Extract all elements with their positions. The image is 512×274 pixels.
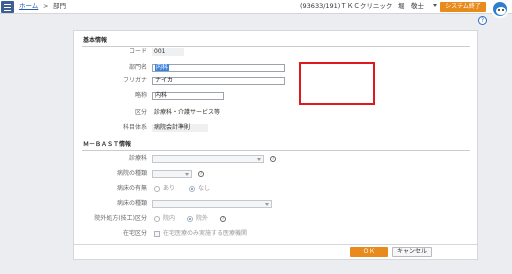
code-label: コード [128, 48, 147, 55]
in-hospital-radio[interactable] [154, 216, 160, 222]
dept-select-label: 診療科 [128, 155, 147, 162]
account-system-label: 科目体系 [122, 124, 147, 131]
ward-type-label: 病院の種類 [116, 170, 147, 177]
section-divider [82, 46, 470, 47]
short-name-input[interactable]: 内科 [152, 92, 224, 100]
dept-name-label: 部門名 [128, 64, 147, 71]
chevron-down-icon [185, 173, 189, 176]
home-care-label: 在宅区分 [122, 230, 147, 237]
out-hospital-radio[interactable] [187, 216, 193, 222]
bed-type-select[interactable] [152, 200, 272, 208]
breadcrumb-current: 部門 [53, 2, 66, 10]
dept-name-input[interactable]: 内科 [152, 64, 285, 72]
ward-type-select[interactable] [152, 170, 192, 178]
account-system-value: 病院会計準則 [152, 124, 208, 132]
highlight-box [299, 62, 375, 105]
bed-type-label: 病床の種類 [116, 200, 147, 207]
bed-no-label: なし [198, 185, 211, 192]
system-exit-button[interactable]: システム終了 [440, 2, 486, 12]
top-bar: ホーム > 部門 (93633/191)ＴＫＣクリニック 堀 敬士 システム終了 [0, 0, 512, 18]
help-icon[interactable]: ? [270, 156, 276, 162]
breadcrumb-home-link[interactable]: ホーム [19, 2, 38, 11]
chevron-down-icon [257, 158, 261, 161]
ok-button[interactable]: ＯＫ [350, 247, 388, 257]
short-name-label: 略称 [134, 92, 147, 99]
help-icon[interactable]: ? [478, 16, 487, 25]
bed-no-radio[interactable] [189, 186, 195, 192]
out-hospital-label: 院外 [196, 215, 209, 222]
home-care-checkbox[interactable] [154, 231, 160, 237]
breadcrumb-separator: > [43, 2, 49, 10]
in-hospital-label: 院内 [163, 215, 176, 222]
bed-yes-label: あり [163, 185, 176, 192]
bed-presence-label: 病床の有無 [116, 185, 147, 192]
furigana-label: フリガナ [122, 77, 147, 84]
hamburger-menu-icon[interactable] [1, 1, 14, 13]
category-label: 区分 [134, 109, 147, 116]
cancel-button[interactable]: キャンセル [392, 247, 432, 257]
footer-divider [74, 244, 477, 245]
category-value: 診療科・介護サービス等 [154, 109, 221, 116]
company-name: (93633/191)ＴＫＣクリニック [300, 2, 393, 10]
chevron-down-icon[interactable] [433, 4, 437, 7]
section-divider [82, 150, 470, 151]
help-icon[interactable]: ? [198, 171, 204, 177]
bed-yes-radio[interactable] [154, 186, 160, 192]
home-care-option-label: 在宅医療のみ実施する医療機関 [163, 230, 248, 237]
code-value: 001 [152, 48, 184, 56]
basic-info-heading: 基本情報 [83, 37, 108, 44]
user-name[interactable]: 堀 敬士 [398, 2, 424, 11]
dept-select[interactable] [152, 155, 264, 163]
mascot-avatar-icon[interactable] [491, 0, 509, 18]
mbast-info-heading: Ｍ－ＢＡＳＴ情報 [83, 141, 132, 148]
help-icon[interactable]: ? [220, 216, 226, 222]
outside-rx-label: 院外処方(技工)区分 [94, 215, 147, 222]
chevron-down-icon [265, 203, 269, 206]
department-form-panel: 基本情報 コード 001 部門名 内科 フリガナ ナイカ 略称 内科 区分 診療… [73, 30, 478, 260]
dept-name-value: 内科 [155, 64, 170, 71]
furigana-input[interactable]: ナイカ [152, 77, 285, 85]
